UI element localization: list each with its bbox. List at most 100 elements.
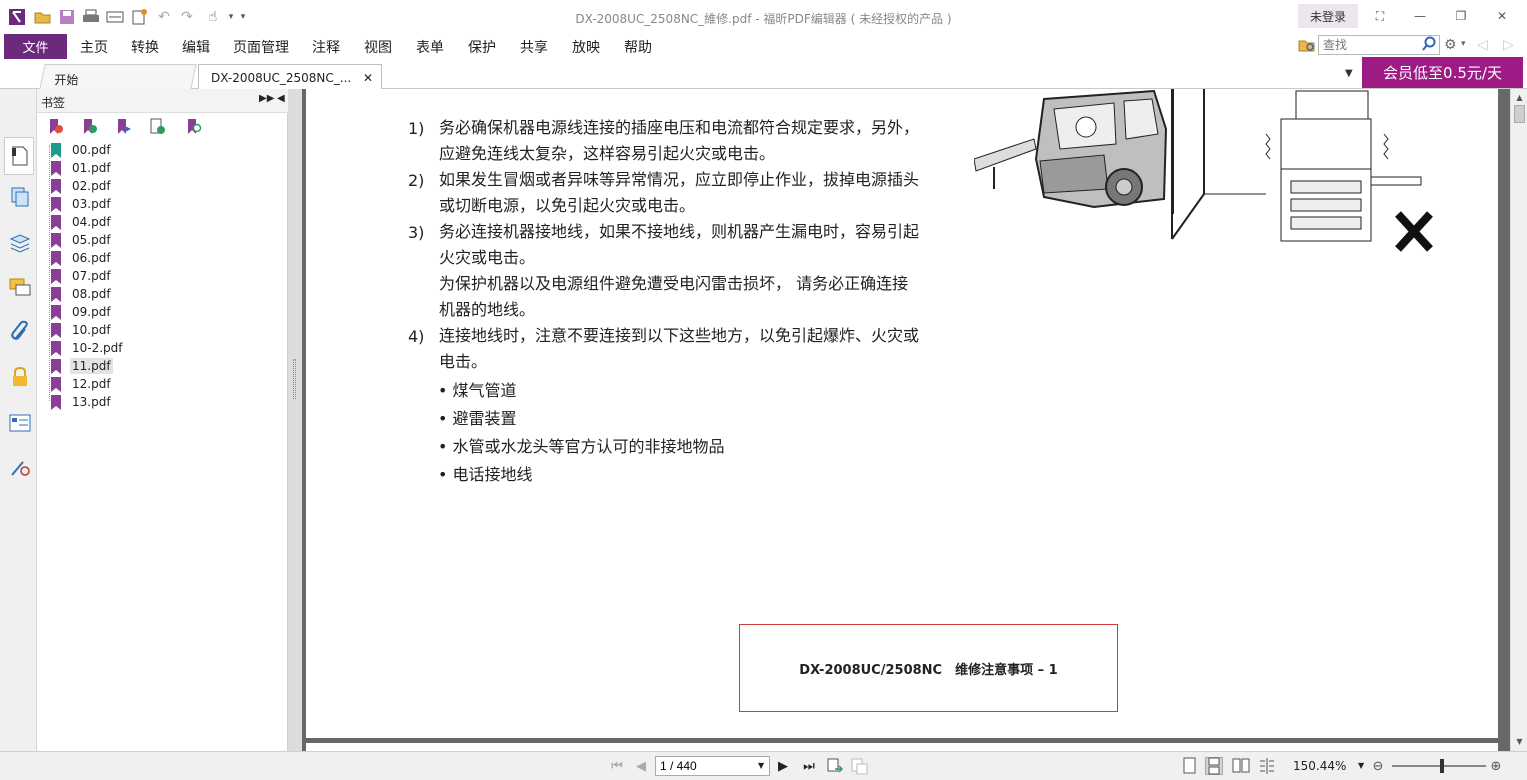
maximize-button[interactable]: ❐ xyxy=(1450,6,1472,26)
menu-page-management[interactable]: 页面管理 xyxy=(233,37,289,57)
zoom-out-icon[interactable]: ⊖ xyxy=(1369,757,1387,775)
last-page-icon[interactable]: ⏭ xyxy=(800,757,818,775)
zoom-in-icon[interactable]: ⊕ xyxy=(1487,757,1505,775)
single-page-view-icon[interactable] xyxy=(1181,757,1199,775)
vertical-scrollbar[interactable]: ▲ ▼ xyxy=(1510,89,1527,751)
page-dropdown-icon[interactable]: ▼ xyxy=(758,761,764,770)
panel-splitter[interactable] xyxy=(288,89,302,751)
menu-help[interactable]: 帮助 xyxy=(624,37,652,57)
next-page-icon[interactable]: ▶ xyxy=(774,757,792,775)
tab-start[interactable]: 开始 xyxy=(39,64,197,89)
zoom-level[interactable]: 150.44% xyxy=(1293,759,1346,773)
copier-illustration xyxy=(1171,89,1433,252)
previous-page-icon[interactable]: ◀ xyxy=(632,757,650,775)
bookmark-item[interactable]: 05.pdf xyxy=(47,231,113,249)
previous-result-icon[interactable]: ◁ xyxy=(1477,37,1488,53)
menu-convert[interactable]: 转换 xyxy=(131,37,159,57)
close-tab-icon[interactable]: ✕ xyxy=(363,71,373,85)
open-folder-icon[interactable] xyxy=(34,8,52,26)
scroll-up-icon[interactable]: ▲ xyxy=(1514,93,1525,104)
page-number-input[interactable] xyxy=(655,756,770,776)
bookmark-item-selected[interactable]: 11.pdf xyxy=(47,357,113,375)
find-folder-icon[interactable] xyxy=(1298,37,1316,55)
menu-share[interactable]: 共享 xyxy=(520,37,548,57)
close-window-button[interactable]: ✕ xyxy=(1491,6,1513,26)
bookmark-icon xyxy=(51,178,61,194)
bookmark-icon xyxy=(51,340,61,356)
bookmark-item[interactable]: 04.pdf xyxy=(47,213,113,231)
next-pdf-page xyxy=(306,743,1498,751)
new-document-icon[interactable] xyxy=(130,8,148,26)
move-bookmark-icon[interactable] xyxy=(116,118,134,136)
menu-form[interactable]: 表单 xyxy=(416,37,444,57)
first-page-icon[interactable]: ⏮ xyxy=(608,757,626,775)
tab-list-dropdown-icon[interactable]: ▼ xyxy=(1345,68,1353,79)
settings-gear-icon[interactable]: ⚙ xyxy=(1444,37,1457,53)
redo-icon[interactable]: ↷ xyxy=(178,8,196,26)
signature-icon[interactable] xyxy=(8,455,32,479)
menu-protect[interactable]: 保护 xyxy=(468,37,496,57)
zoom-slider-thumb[interactable] xyxy=(1440,759,1444,773)
bookmark-item[interactable]: 00.pdf xyxy=(47,141,113,159)
document-viewport[interactable]: 1) 务必确保机器电源线连接的插座电压和电流都符合规定要求，另外，应避免连线太复… xyxy=(302,89,1510,751)
scroll-down-icon[interactable]: ▼ xyxy=(1514,737,1525,748)
content-structure-icon[interactable] xyxy=(8,411,32,435)
page-thumbnails-icon[interactable] xyxy=(8,185,32,209)
continuous-page-view-icon[interactable] xyxy=(1205,757,1223,775)
attachments-icon[interactable] xyxy=(8,319,32,343)
print-icon[interactable] xyxy=(82,8,100,26)
find-bookmark-icon[interactable] xyxy=(186,118,204,136)
continuous-facing-view-icon[interactable] xyxy=(1258,757,1276,775)
layers-icon[interactable] xyxy=(8,231,32,255)
next-view-icon[interactable] xyxy=(850,757,868,775)
bookmark-item[interactable]: 10-2.pdf xyxy=(47,339,125,357)
bullet-item: • 煤气管道 xyxy=(438,381,517,400)
bookmark-item[interactable]: 13.pdf xyxy=(47,393,113,411)
scan-icon[interactable] xyxy=(106,8,124,26)
minimize-button[interactable]: — xyxy=(1409,6,1431,26)
bookmark-icon xyxy=(51,250,61,266)
search-icon[interactable] xyxy=(1421,36,1439,54)
previous-view-icon[interactable] xyxy=(826,757,844,775)
bookmark-label: 02.pdf xyxy=(72,179,111,193)
bookmark-item[interactable]: 03.pdf xyxy=(47,195,113,213)
next-result-icon[interactable]: ▷ xyxy=(1503,37,1514,53)
expand-panel-icon[interactable]: ▶▶ xyxy=(259,93,274,104)
add-child-bookmark-icon[interactable] xyxy=(150,118,168,136)
bookmark-item[interactable]: 06.pdf xyxy=(47,249,113,267)
scrollbar-thumb[interactable] xyxy=(1514,105,1525,123)
bookmark-item[interactable]: 09.pdf xyxy=(47,303,113,321)
bookmark-item[interactable]: 02.pdf xyxy=(47,177,113,195)
comments-icon[interactable] xyxy=(8,275,32,299)
menu-home[interactable]: 主页 xyxy=(80,37,108,57)
page-footer: DX-2008UC/2508NC 维修注意事项 – 1 xyxy=(739,624,1118,712)
menu-edit[interactable]: 编辑 xyxy=(182,37,210,57)
file-menu-button[interactable]: 文件 xyxy=(4,34,67,59)
security-lock-icon[interactable] xyxy=(8,365,32,389)
menu-comment[interactable]: 注释 xyxy=(312,37,340,57)
undo-icon[interactable]: ↶ xyxy=(155,8,173,26)
zoom-dropdown-icon[interactable]: ▼ xyxy=(1358,761,1364,770)
menu-presentation[interactable]: 放映 xyxy=(572,37,600,57)
bullet-item: • 水管或水龙头等官方认可的非接地物品 xyxy=(438,437,725,456)
bookmark-item[interactable]: 08.pdf xyxy=(47,285,113,303)
customize-toolbar-icon[interactable]: ▾ xyxy=(234,8,252,26)
vip-promo-banner[interactable]: 会员低至0.5元/天 xyxy=(1362,57,1523,88)
fullscreen-icon[interactable]: ⛶ xyxy=(1369,6,1391,26)
bookmark-item[interactable]: 12.pdf xyxy=(47,375,113,393)
delete-bookmark-icon[interactable] xyxy=(48,118,66,136)
menu-view[interactable]: 视图 xyxy=(364,37,392,57)
bookmark-panel-icon[interactable] xyxy=(4,137,34,175)
login-button[interactable]: 未登录 xyxy=(1298,4,1358,28)
zoom-slider-track[interactable] xyxy=(1392,765,1486,767)
bookmark-item[interactable]: 01.pdf xyxy=(47,159,113,177)
tab-document[interactable]: DX-2008UC_2508NC_... ✕ xyxy=(198,64,382,89)
facing-page-view-icon[interactable] xyxy=(1232,757,1250,775)
settings-dropdown-icon[interactable]: ▾ xyxy=(1461,39,1466,49)
bookmark-item[interactable]: 07.pdf xyxy=(47,267,113,285)
bookmark-item[interactable]: 10.pdf xyxy=(47,321,113,339)
collapse-panel-icon[interactable]: ◀ xyxy=(277,93,285,104)
save-icon[interactable] xyxy=(58,8,76,26)
add-bookmark-icon[interactable] xyxy=(82,118,100,136)
hand-tool-icon[interactable]: ☝ xyxy=(204,8,222,26)
